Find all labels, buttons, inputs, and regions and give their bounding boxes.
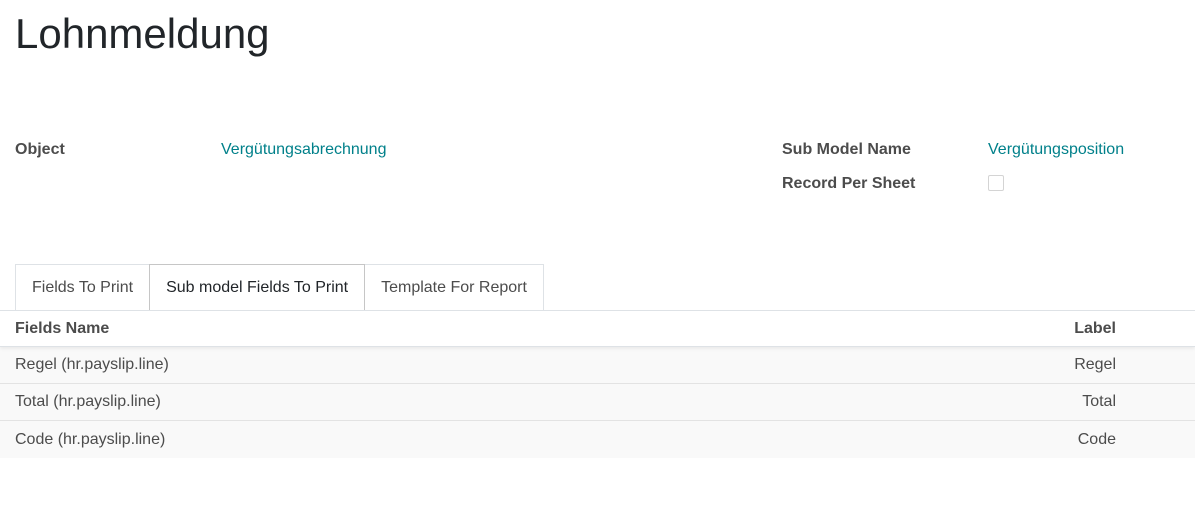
row-field-name: Code (hr.payslip.line) [15,430,166,448]
table-row[interactable]: Regel (hr.payslip.line) Regel [0,347,1195,384]
object-label: Object [15,141,65,158]
object-link[interactable]: Vergütungsabrechnung [221,140,386,160]
tab-template-for-report[interactable]: Template For Report [364,264,544,310]
row-field-name: Total (hr.payslip.line) [15,393,161,410]
record-per-sheet-checkbox[interactable] [988,175,1004,191]
column-header-label[interactable]: Label [1074,320,1116,338]
notebook-tabs: Fields To Print Sub model Fields To Prin… [15,264,544,310]
row-label: Total [1082,393,1116,410]
row-label: Code [1077,430,1116,448]
tab-sub-model-fields-to-print[interactable]: Sub model Fields To Print [149,264,366,310]
table-row[interactable]: Total (hr.payslip.line) Total [0,384,1195,421]
row-label: Regel [1074,356,1116,373]
record-per-sheet-label: Record Per Sheet [782,175,916,192]
sub-model-name-link[interactable]: Vergütungsposition [988,140,1124,160]
tab-fields-to-print[interactable]: Fields To Print [15,264,151,310]
sub-model-name-label: Sub Model Name [782,141,911,158]
table-row[interactable]: Code (hr.payslip.line) Code [0,421,1195,458]
row-field-name: Regel (hr.payslip.line) [15,356,169,373]
sub-model-fields-table: Fields Name Label Regel (hr.payslip.line… [0,311,1195,458]
table-header: Fields Name Label [0,311,1195,347]
column-header-fields-name[interactable]: Fields Name [15,320,109,338]
page-title: Lohnmeldung [15,10,270,57]
